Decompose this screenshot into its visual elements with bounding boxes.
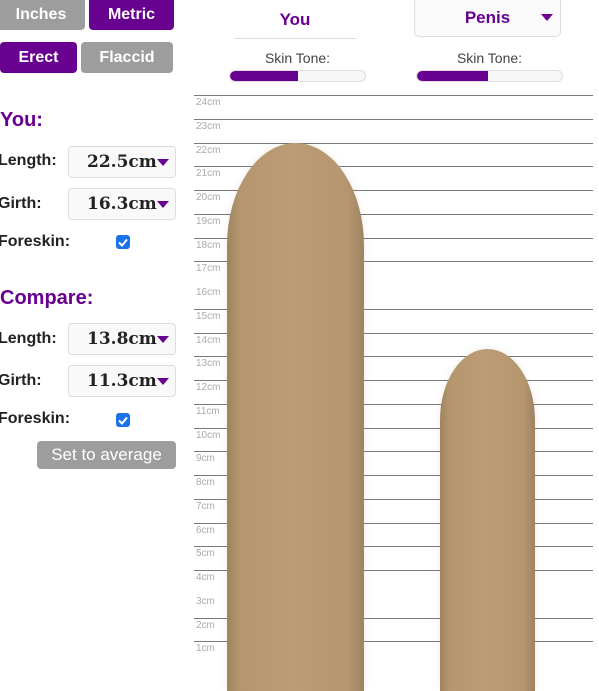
size-chart: 24cm 23cm 22cm 21cm 20cm 19cm 18cm 17cm 16cm 15cm…	[194, 95, 599, 691]
y-tick-label: 15cm	[196, 311, 221, 322]
compare-foreskin-label: Foreskin:	[0, 410, 71, 427]
you-length-select[interactable]: 22.5cm	[68, 146, 176, 178]
set-to-average-button[interactable]: Set to average	[37, 441, 176, 469]
y-tick-label: 5cm	[196, 548, 215, 559]
chevron-down-icon	[157, 201, 169, 208]
gridline	[194, 95, 593, 96]
y-tick-label: 16cm	[196, 287, 221, 298]
compare-girth-select[interactable]: 11.3cm	[68, 365, 176, 397]
metric-button[interactable]: Metric	[89, 0, 174, 30]
y-tick-label: 19cm	[196, 216, 221, 227]
you-skin-tone-label: Skin Tone:	[264, 50, 331, 66]
you-foreskin-checkbox[interactable]	[116, 235, 130, 249]
you-girth-select[interactable]: 16.3cm	[68, 188, 176, 220]
y-tick-label: 24cm	[196, 97, 221, 108]
y-tick-label: 12cm	[196, 382, 221, 393]
you-length-label: Length:	[0, 152, 57, 169]
chevron-down-icon	[157, 336, 169, 343]
compare-section-title: Compare:	[0, 287, 94, 309]
chevron-down-icon	[157, 159, 169, 166]
compare-length-value: 13.8cm	[87, 329, 157, 349]
y-tick-label: 4cm	[196, 572, 215, 583]
y-tick-label: 7cm	[196, 501, 215, 512]
y-tick-label: 11cm	[196, 406, 220, 417]
compare-girth-value: 11.3cm	[87, 371, 157, 391]
y-tick-label: 10cm	[196, 430, 221, 441]
y-tick-label: 20cm	[196, 192, 221, 203]
you-skin-tone-fill	[230, 71, 298, 81]
compare-foreskin-checkbox[interactable]	[116, 413, 130, 427]
y-tick-label: 18cm	[196, 240, 221, 251]
chevron-down-icon	[541, 14, 553, 21]
compare-type-select[interactable]: Penis	[414, 0, 561, 37]
y-tick-label: 9cm	[196, 453, 215, 464]
y-tick-label: 21cm	[196, 168, 221, 179]
chevron-down-icon	[157, 378, 169, 385]
y-tick-label: 8cm	[196, 477, 215, 488]
y-tick-label: 6cm	[196, 525, 215, 536]
checkmark-icon	[118, 416, 128, 425]
y-tick-label: 17cm	[196, 263, 221, 274]
erect-button[interactable]: Erect	[0, 42, 77, 73]
y-tick-label: 13cm	[196, 358, 221, 369]
compare-girth-label: Girth:	[0, 372, 42, 389]
gridline	[194, 119, 593, 120]
you-girth-label: Girth:	[0, 195, 42, 212]
y-tick-label: 3cm	[196, 596, 215, 607]
you-foreskin-label: Foreskin:	[0, 233, 71, 250]
you-shape	[227, 142, 364, 691]
you-column-title: You	[234, 2, 356, 39]
you-girth-value: 16.3cm	[87, 194, 157, 214]
y-tick-label: 22cm	[196, 145, 221, 156]
compare-type-label: Penis	[464, 8, 511, 27]
y-tick-label: 2cm	[196, 620, 215, 631]
gridline	[194, 143, 593, 144]
you-section-title: You:	[0, 109, 43, 131]
compare-length-label: Length:	[0, 330, 57, 347]
y-tick-label: 1cm	[196, 643, 215, 654]
y-tick-label: 23cm	[196, 121, 221, 132]
compare-shape	[440, 349, 535, 691]
flaccid-button[interactable]: Flaccid	[81, 42, 173, 73]
y-tick-label: 14cm	[196, 335, 221, 346]
compare-skin-tone-fill	[417, 71, 489, 81]
compare-length-select[interactable]: 13.8cm	[68, 323, 176, 355]
inches-button[interactable]: Inches	[0, 0, 85, 30]
checkmark-icon	[118, 238, 128, 247]
you-skin-tone-slider[interactable]	[229, 70, 366, 82]
compare-skin-tone-label: Skin Tone:	[456, 50, 523, 66]
you-length-value: 22.5cm	[87, 152, 157, 172]
compare-skin-tone-slider[interactable]	[416, 70, 563, 82]
